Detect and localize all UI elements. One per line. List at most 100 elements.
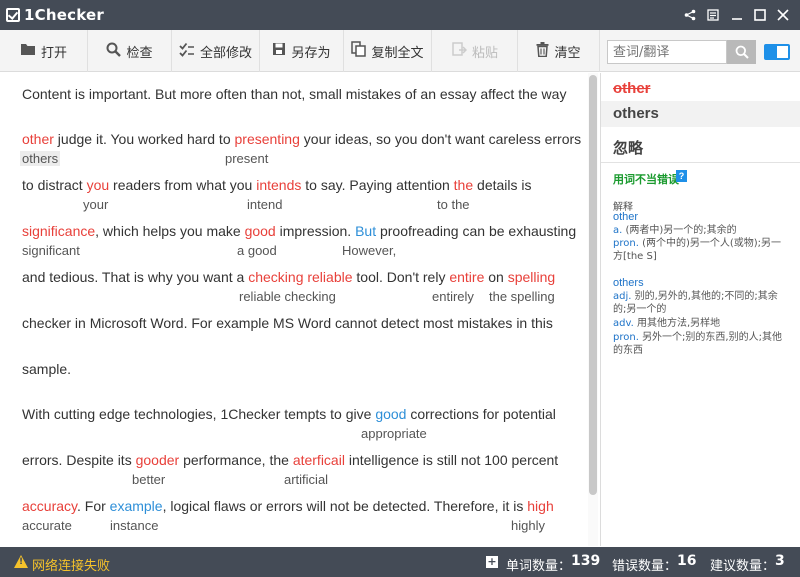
- word-count-label: 单词数量：: [506, 559, 572, 574]
- suggestion-word[interactable]: the spelling: [489, 289, 555, 304]
- copy-all-button[interactable]: 复制全文: [344, 30, 432, 72]
- search-icon: [735, 45, 749, 59]
- divider: [601, 162, 800, 163]
- error-word[interactable]: significance: [22, 223, 95, 239]
- suggestion-word[interactable]: present: [225, 151, 268, 166]
- suggestion-count-label: 建议数量：: [710, 559, 776, 574]
- save-icon: [272, 42, 286, 60]
- menu-icon[interactable]: [703, 5, 723, 25]
- search-icon: [106, 42, 122, 61]
- error-word[interactable]: high: [527, 498, 553, 514]
- lookup-input[interactable]: [607, 40, 727, 64]
- toggle-knob: [766, 46, 777, 58]
- error-word[interactable]: you: [87, 177, 110, 193]
- definition-text: adj. 别的,另外的,其他的;不同的;其余的;另一个的: [613, 291, 778, 315]
- network-status[interactable]: 网络连接失败: [32, 555, 110, 574]
- close-icon[interactable]: [773, 5, 793, 25]
- plus-icon[interactable]: +: [486, 556, 498, 568]
- app-logo-icon: [6, 8, 20, 22]
- toolbar: 打开 检查 全部修改 另存为 复制全文 粘贴 清空: [0, 30, 800, 72]
- suggestion-word[interactable]: However,: [342, 243, 396, 258]
- app-title: 1Checker: [24, 6, 104, 24]
- suggestion-count: 3: [775, 553, 785, 569]
- lookup-search-button[interactable]: [727, 40, 756, 64]
- trash-icon: [536, 41, 549, 61]
- definition-text: pron. 另外一个;别的东西,别的人;其他的东西: [613, 332, 782, 356]
- paragraph-line: Content is important. But more often tha…: [22, 86, 567, 102]
- paragraph-line: to distract you readers from what you in…: [22, 177, 532, 212]
- paragraph-line: With cutting edge technologies, 1Checker…: [22, 406, 556, 441]
- ignore-button[interactable]: 忽略: [613, 137, 643, 158]
- suggestion-word[interactable]: artificial: [284, 472, 328, 487]
- paragraph-line: significance, which helps you make good …: [22, 223, 577, 258]
- warning-icon: [14, 555, 28, 568]
- clear-button[interactable]: 清空: [518, 30, 600, 72]
- editor-scrollbar[interactable]: [588, 73, 598, 546]
- error-word[interactable]: presenting: [235, 131, 300, 147]
- share-icon[interactable]: [680, 5, 700, 25]
- definition-text: adv. 用其他方法,另样地: [613, 318, 721, 329]
- suggestion-word[interactable]: appropriate: [361, 426, 427, 441]
- suggestion-word[interactable]: accurate: [22, 518, 72, 533]
- error-word[interactable]: intends: [256, 177, 301, 193]
- definition-text: a. (两者中)另一个的;其余的: [613, 225, 737, 236]
- maximize-icon[interactable]: [750, 5, 770, 25]
- word-count: 139: [571, 553, 601, 569]
- minimize-icon[interactable]: [727, 5, 747, 25]
- suggestion-word[interactable]: highly: [511, 518, 545, 533]
- checklist-icon: [179, 42, 195, 61]
- panel-toggle[interactable]: [764, 44, 790, 60]
- suggestion-word[interactable]: better: [132, 472, 165, 487]
- suggestion-word[interactable]: instance: [110, 518, 158, 533]
- paragraph-line: accuracy. For example, logical flaws or …: [22, 498, 554, 533]
- status-bar: 网络连接失败 + 单词数量： 139 错误数量： 16 建议数量： 3: [0, 547, 800, 577]
- suggestion-word[interactable]: a good: [237, 243, 277, 258]
- folder-icon: [20, 42, 36, 60]
- error-count: 16: [677, 553, 697, 569]
- definition-word: other: [613, 211, 639, 223]
- paragraph-line: sample.: [22, 361, 72, 377]
- error-count-label: 错误数量：: [612, 559, 678, 574]
- suggestion-word[interactable]: others: [20, 151, 61, 166]
- check-button[interactable]: 检查: [88, 30, 172, 72]
- hint-word[interactable]: But: [355, 223, 376, 239]
- error-word[interactable]: gooder: [136, 452, 180, 468]
- error-word[interactable]: good: [245, 223, 276, 239]
- suggestion-text[interactable]: others: [613, 105, 659, 122]
- paragraph-line: checker in Microsoft Word. For example M…: [22, 315, 553, 331]
- error-word[interactable]: entire: [449, 269, 484, 285]
- title-bar: 1Checker: [0, 0, 800, 30]
- error-word[interactable]: other: [22, 131, 54, 147]
- error-word[interactable]: the: [454, 177, 473, 193]
- paste-button[interactable]: 粘贴: [432, 30, 518, 72]
- suggestion-word[interactable]: to the: [437, 197, 470, 212]
- paragraph-line: other judge it. You worked hard to prese…: [20, 131, 582, 166]
- suggestion-panel: other others 忽略 用词不当错误 ? 解释 other a. (两者…: [600, 73, 800, 546]
- text-editor[interactable]: Content is important. But more often tha…: [0, 73, 600, 546]
- apply-suggestion-row[interactable]: others: [601, 101, 800, 127]
- scrollbar-thumb[interactable]: [589, 75, 597, 495]
- error-word[interactable]: checking reliable: [248, 269, 352, 285]
- error-type-label: 用词不当错误: [613, 173, 679, 186]
- help-icon[interactable]: ?: [676, 170, 687, 182]
- hint-word[interactable]: example: [110, 498, 163, 514]
- paste-icon: [451, 41, 468, 61]
- error-word[interactable]: aterficail: [293, 452, 345, 468]
- fix-all-button[interactable]: 全部修改: [172, 30, 260, 72]
- suggestion-word[interactable]: entirely: [432, 289, 474, 304]
- definition-word: others: [613, 277, 644, 289]
- suggestion-word[interactable]: significant: [22, 243, 80, 258]
- copy-icon: [351, 41, 367, 61]
- suggestion-word[interactable]: reliable checking: [239, 289, 336, 304]
- definition-text: pron. (两个中的)另一个人(或物);另一方[the S]: [613, 238, 782, 262]
- wrong-word: other: [613, 80, 651, 97]
- save-as-button[interactable]: 另存为: [260, 30, 344, 72]
- error-word[interactable]: accuracy: [22, 498, 77, 514]
- paragraph-line: and tedious. That is why you want a chec…: [22, 269, 556, 304]
- paragraph-line: errors. Despite its gooder performance, …: [22, 452, 559, 487]
- suggestion-word[interactable]: intend: [247, 197, 282, 212]
- open-button[interactable]: 打开: [0, 30, 88, 72]
- hint-word[interactable]: good: [375, 406, 406, 422]
- error-word[interactable]: spelling: [508, 269, 555, 285]
- suggestion-word[interactable]: your: [83, 197, 108, 212]
